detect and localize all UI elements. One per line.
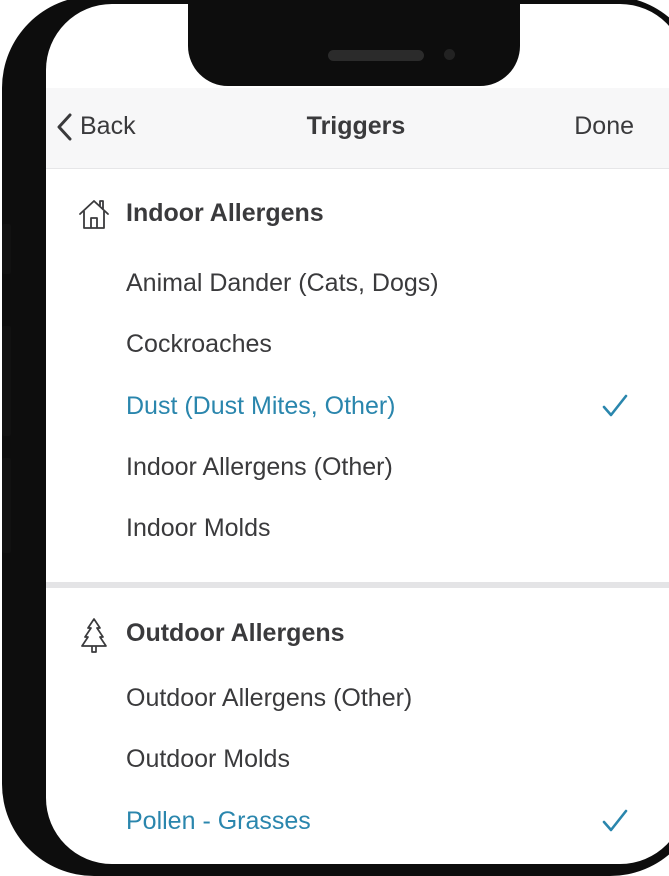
section-header-indoor: Indoor Allergens — [46, 188, 669, 240]
list-item-outdoor-molds[interactable]: Outdoor Molds — [46, 734, 669, 786]
list-item-label: Indoor Allergens (Other) — [126, 453, 393, 481]
section-header-outdoor: Outdoor Allergens — [46, 608, 669, 660]
list-item-label: Animal Dander (Cats, Dogs) — [126, 269, 439, 297]
house-icon — [76, 196, 112, 237]
speaker-grille — [328, 50, 424, 61]
done-button[interactable]: Done — [574, 112, 634, 141]
list-item-pollen-grasses[interactable]: Pollen - Grasses — [46, 796, 669, 848]
list-item-indoor-molds[interactable]: Indoor Molds — [46, 503, 669, 555]
phone-frame: Back Triggers Done Indoor Allergens Anim… — [2, 0, 669, 876]
list-item-label: Indoor Molds — [126, 514, 271, 542]
section-title-outdoor: Outdoor Allergens — [126, 619, 345, 647]
section-divider — [46, 582, 669, 588]
checkmark-icon — [601, 393, 629, 424]
list-item-cockroaches[interactable]: Cockroaches — [46, 319, 669, 371]
notch — [188, 4, 520, 86]
volume-up-button — [2, 326, 11, 436]
list-item-label: Cockroaches — [126, 330, 272, 358]
checkmark-icon — [601, 808, 629, 839]
navigation-bar: Back Triggers Done — [46, 88, 669, 169]
section-title-indoor: Indoor Allergens — [126, 199, 324, 227]
list-item-outdoor-other[interactable]: Outdoor Allergens (Other) — [46, 673, 669, 725]
list-item-label: Outdoor Allergens (Other) — [126, 684, 413, 712]
list-item-indoor-other[interactable]: Indoor Allergens (Other) — [46, 442, 669, 494]
page-title: Triggers — [306, 112, 406, 140]
tree-icon — [76, 616, 112, 659]
volume-down-button — [2, 458, 11, 553]
front-camera — [444, 49, 455, 60]
list-item-dust[interactable]: Dust (Dust Mites, Other) — [46, 381, 669, 433]
list-item-label: Pollen - Grasses — [126, 807, 311, 835]
mute-switch — [2, 224, 11, 274]
list-item-animal-dander[interactable]: Animal Dander (Cats, Dogs) — [46, 258, 669, 310]
phone-screen: Back Triggers Done Indoor Allergens Anim… — [46, 4, 669, 864]
list-item-label: Dust (Dust Mites, Other) — [126, 392, 396, 420]
list-item-label: Outdoor Molds — [126, 745, 290, 773]
